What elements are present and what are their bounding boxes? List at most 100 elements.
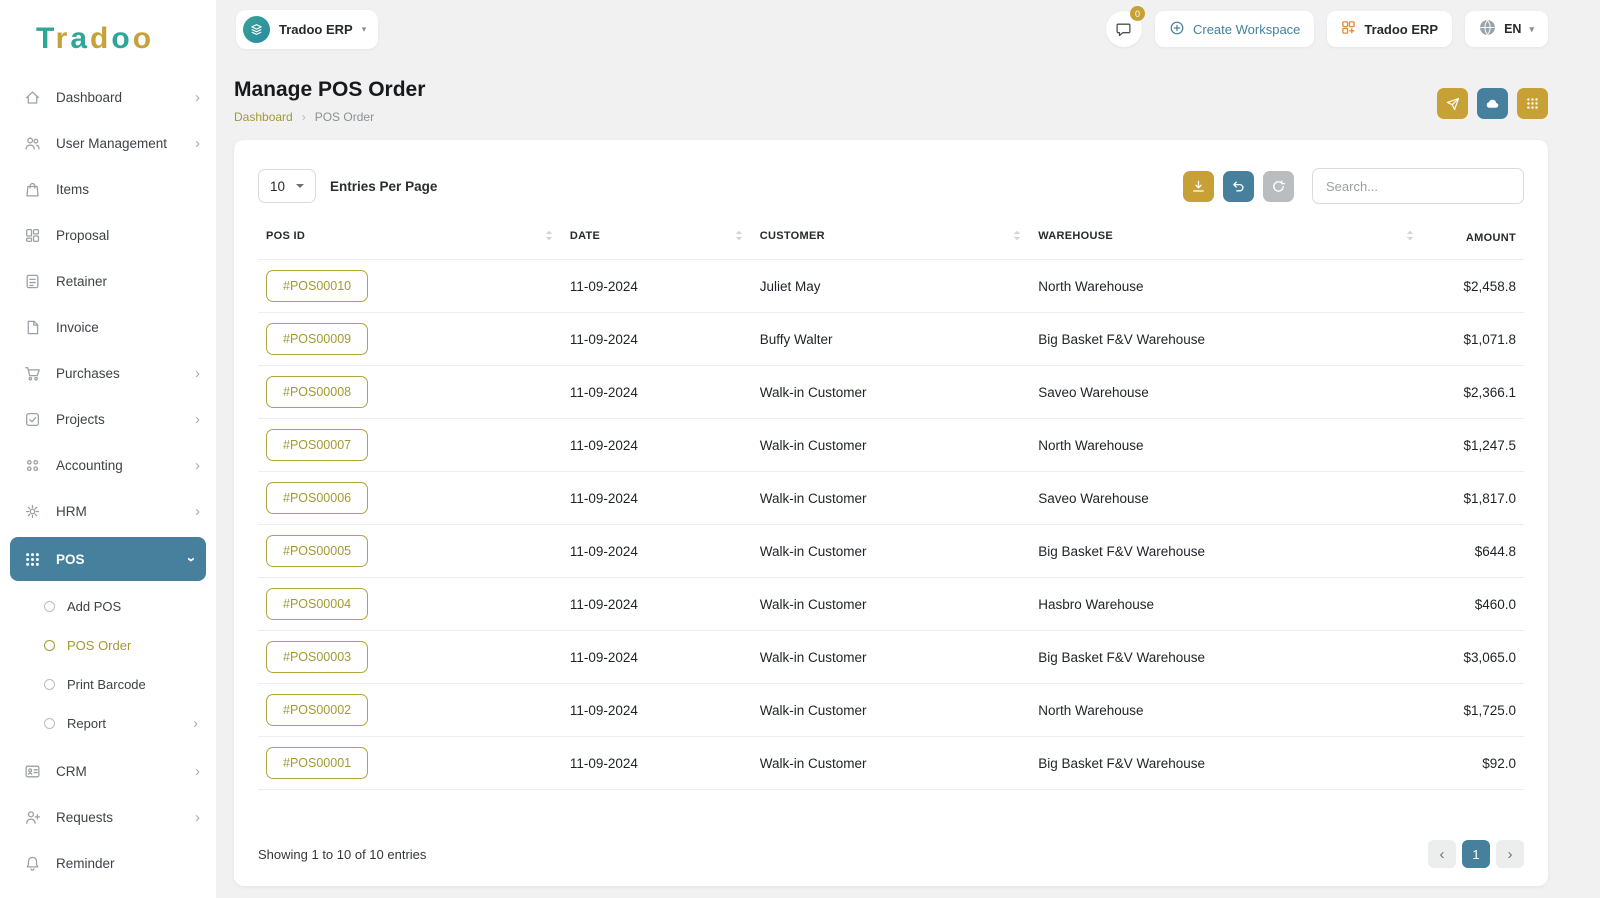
date-cell: 11-09-2024 — [561, 736, 752, 790]
chevron-right-icon: › — [195, 456, 200, 474]
cloud-button[interactable] — [1477, 88, 1508, 119]
language-selector[interactable]: EN ▾ — [1465, 11, 1548, 47]
amount-cell: $644.8 — [1422, 524, 1524, 578]
column-header-date[interactable]: DATE — [562, 226, 752, 260]
table-controls: 10 Entries Per Page — [258, 168, 1524, 204]
amount-cell: $1,071.8 — [1422, 312, 1524, 366]
sidebar: Tradoo Dashboard › User Management › Items Pr… — [0, 0, 216, 898]
sidebar-item-dashboard[interactable]: Dashboard › — [0, 74, 216, 120]
app: { "colors": { "gold": "#c8a136", "gold_t… — [0, 0, 1600, 898]
table-row: #POS00007 11-09-2024 Walk-in Customer North… — [258, 418, 1524, 472]
pos-id-link[interactable]: #POS00004 — [266, 588, 369, 620]
sidebar-item-user-management[interactable]: User Management › — [0, 120, 216, 166]
main-area: Tradoo ERP ▾ 0 Create Workspace Tradoo E… — [216, 0, 1600, 898]
pos-id-cell: #POS00004 — [258, 577, 562, 631]
date-cell: 11-09-2024 — [561, 365, 752, 419]
download-icon — [1193, 180, 1204, 192]
sidebar-item-label: Items — [56, 181, 90, 197]
table-row: #POS00010 11-09-2024 Juliet May North Wareh… — [258, 259, 1524, 313]
undo-button[interactable] — [1223, 170, 1254, 202]
amount-cell: $3,065.0 — [1422, 630, 1524, 684]
pos-order-table: POS ID DATE CUSTOMER WAREHOUSE AMOUNT #POS00… — [258, 226, 1524, 790]
sidebar-subitem-pos-order[interactable]: POS Order — [0, 626, 216, 665]
sort-icon[interactable] — [734, 229, 744, 245]
pos-id-link[interactable]: #POS00007 — [266, 429, 369, 461]
chat-button[interactable]: 0 — [1105, 6, 1145, 47]
sidebar-subitem-add-pos[interactable]: Add POS — [0, 587, 216, 626]
user-plus-icon — [24, 809, 41, 826]
table-row: #POS00006 11-09-2024 Walk-in Customer Saveo… — [258, 471, 1524, 525]
table-row: #POS00001 11-09-2024 Walk-in Customer Big B… — [258, 736, 1524, 790]
pos-quick-button[interactable] — [1437, 88, 1468, 119]
chevron-down-icon: ▾ — [361, 23, 367, 34]
sidebar-item-proposal[interactable]: Proposal — [0, 212, 216, 258]
chevron-right-icon: › — [195, 808, 200, 826]
sidebar-item-hrm[interactable]: HRM › — [0, 488, 216, 534]
sidebar-item-label: Requests — [56, 809, 114, 825]
page-number-button[interactable]: 1 — [1462, 840, 1490, 868]
pos-id-link[interactable]: #POS00010 — [266, 270, 369, 302]
column-header-warehouse[interactable]: WAREHOUSE — [1030, 226, 1422, 260]
sidebar-item-accounting[interactable]: Accounting › — [0, 442, 216, 488]
sidebar-item-label: Retainer — [56, 273, 108, 289]
sidebar-item-requests[interactable]: Requests › — [0, 794, 216, 840]
breadcrumb-dashboard-link[interactable]: Dashboard — [234, 110, 293, 124]
pos-id-link[interactable]: #POS00005 — [266, 535, 369, 567]
workspace-logo-icon — [243, 15, 270, 43]
prev-page-button[interactable]: ‹ — [1428, 840, 1456, 868]
sidebar-item-label: HRM — [56, 503, 87, 519]
invoice-icon — [24, 319, 41, 336]
chat-badge: 0 — [1129, 6, 1145, 21]
column-header-customer[interactable]: CUSTOMER — [752, 226, 1031, 260]
pos-id-link[interactable]: #POS00001 — [266, 747, 369, 779]
sidebar-item-crm[interactable]: CRM › — [0, 748, 216, 794]
entries-per-page-label: Entries Per Page — [330, 178, 438, 194]
pos-id-link[interactable]: #POS00008 — [266, 376, 369, 408]
cloud-icon — [1486, 99, 1499, 108]
pos-id-cell: #POS00001 — [258, 736, 562, 790]
sidebar-item-label: User Management — [56, 135, 168, 151]
page-header: Manage POS Order Dashboard › POS Order — [234, 70, 1548, 124]
create-workspace-button[interactable]: Create Workspace — [1154, 11, 1315, 47]
warehouse-cell: Big Basket F&V Warehouse — [1030, 630, 1423, 684]
page-content: Manage POS Order Dashboard › POS Order 1… — [216, 58, 1600, 898]
sidebar-item-label: POS — [56, 551, 85, 567]
sidebar-subitem-print-barcode[interactable]: Print Barcode — [0, 665, 216, 704]
brand-logo[interactable]: Tradoo — [0, 16, 216, 74]
workspace-name: Tradoo ERP — [279, 21, 353, 37]
download-button[interactable] — [1183, 170, 1214, 202]
sidebar-item-projects[interactable]: Projects › — [0, 396, 216, 442]
apps-grid-button[interactable] — [1517, 88, 1548, 119]
customer-cell: Walk-in Customer — [751, 683, 1031, 737]
cart-icon — [24, 365, 41, 382]
pos-id-cell: #POS00010 — [258, 259, 562, 313]
sort-icon[interactable] — [544, 229, 554, 245]
sidebar-item-invoice[interactable]: Invoice — [0, 304, 216, 350]
pos-id-link[interactable]: #POS00006 — [266, 482, 369, 514]
sidebar-subitem-report[interactable]: Report › — [0, 704, 216, 743]
bag-icon — [24, 181, 41, 198]
sidebar-item-purchases[interactable]: Purchases › — [0, 350, 216, 396]
date-cell: 11-09-2024 — [561, 630, 752, 684]
circle-icon — [44, 640, 55, 651]
search-input[interactable] — [1312, 168, 1524, 204]
pos-id-link[interactable]: #POS00009 — [266, 323, 369, 355]
chevron-down-icon: › — [183, 556, 200, 562]
refresh-button[interactable] — [1263, 170, 1294, 202]
circle-icon — [44, 679, 55, 690]
table-footer: Showing 1 to 10 of 10 entries ‹ 1 › — [258, 824, 1524, 868]
erp-workspace-button[interactable]: Tradoo ERP — [1327, 11, 1453, 47]
sidebar-item-reminder[interactable]: Reminder — [0, 840, 216, 886]
amount-cell: $1,725.0 — [1422, 683, 1524, 737]
entries-per-page-select[interactable]: 10 — [258, 169, 317, 203]
workspace-selector[interactable]: Tradoo ERP ▾ — [236, 9, 379, 49]
next-page-button[interactable]: › — [1496, 840, 1524, 868]
sidebar-item-items[interactable]: Items — [0, 166, 216, 212]
sidebar-item-pos[interactable]: POS › — [10, 537, 206, 581]
column-header-pos-id[interactable]: POS ID — [258, 226, 562, 260]
sort-icon[interactable] — [1012, 229, 1022, 245]
pos-id-link[interactable]: #POS00003 — [266, 641, 369, 673]
sidebar-item-retainer[interactable]: Retainer — [0, 258, 216, 304]
pos-id-link[interactable]: #POS00002 — [266, 694, 369, 726]
sort-icon[interactable] — [1405, 229, 1415, 245]
